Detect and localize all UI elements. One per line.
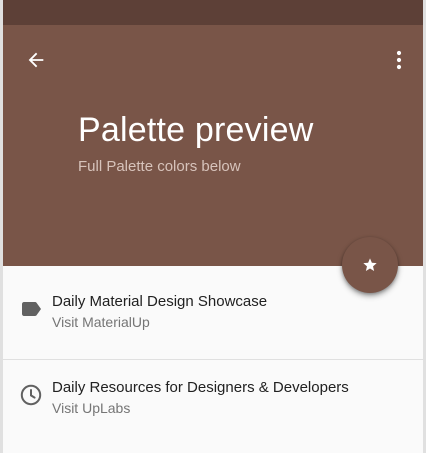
clock-icon-wrap <box>19 383 43 407</box>
app-window: Palette preview Full Palette colors belo… <box>0 0 426 453</box>
more-options-button[interactable] <box>387 45 411 75</box>
list-item-subtitle: Visit UpLabs <box>52 400 131 416</box>
arrow-back-icon <box>28 52 44 68</box>
back-button[interactable] <box>21 45 51 75</box>
label-icon <box>22 302 41 316</box>
list-item-title: Daily Material Design Showcase <box>52 293 268 310</box>
clock-icon <box>20 384 42 406</box>
page-subtitle: Full Palette colors below <box>78 158 241 175</box>
page-title: Palette preview <box>78 111 314 149</box>
star-icon <box>363 258 377 271</box>
list-item-title: Daily Resources for Designers & Develope… <box>52 379 349 396</box>
label-icon-wrap <box>19 297 43 321</box>
favorite-fab-button[interactable] <box>342 237 398 293</box>
app-bar: Palette preview Full Palette colors belo… <box>3 25 423 266</box>
list-item-uplabs[interactable]: Daily Resources for Designers & Develope… <box>3 359 423 445</box>
status-bar <box>3 0 423 25</box>
more-vert-icon <box>396 50 402 70</box>
link-list: Daily Material Design Showcase Visit Mat… <box>3 266 423 453</box>
list-item-subtitle: Visit MaterialUp <box>52 314 150 330</box>
